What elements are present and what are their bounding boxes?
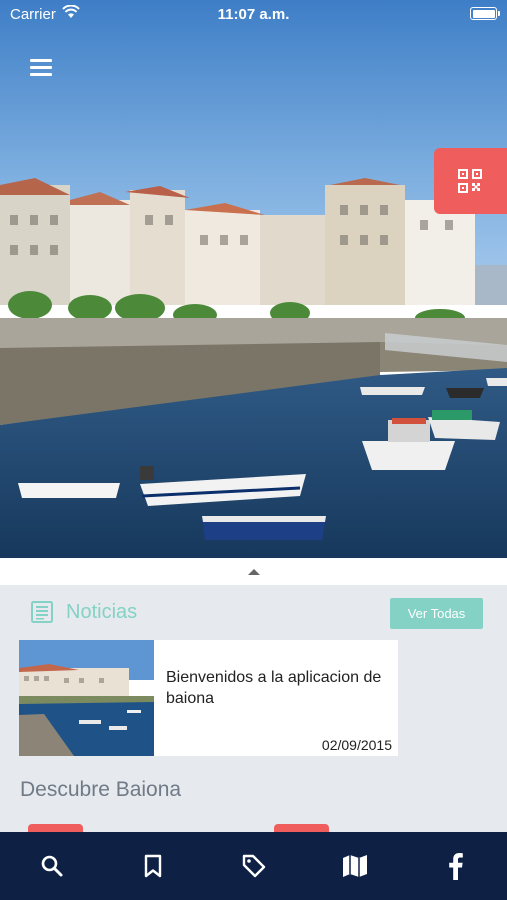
news-item-title: Bienvenidos a la aplicacion de baiona [166, 669, 382, 707]
map-icon[interactable] [341, 852, 369, 880]
search-icon[interactable] [38, 852, 66, 880]
collapse-bar [0, 558, 507, 585]
view-all-button[interactable]: Ver Todas [390, 598, 483, 629]
hamburger-menu-icon[interactable] [28, 56, 56, 80]
discover-item-tab[interactable] [274, 824, 329, 832]
news-section-title: Noticias [66, 600, 138, 623]
status-bar: Carrier 11:07 a.m. [0, 0, 507, 28]
discover-item-tab[interactable] [28, 824, 83, 832]
content-panel: Noticias Ver Todas Bienvenidos a la apli… [0, 585, 507, 832]
news-thumbnail [19, 640, 154, 756]
news-section-header: Noticias [31, 599, 137, 625]
discover-section-title: Descubre Baiona [20, 778, 182, 801]
qr-code-button[interactable] [434, 148, 507, 214]
clock: 11:07 a.m. [217, 6, 290, 23]
newspaper-icon [31, 601, 53, 623]
hero-image [0, 0, 507, 558]
chevron-up-icon[interactable] [248, 569, 260, 575]
bottom-navigation [0, 832, 507, 900]
tag-icon[interactable] [240, 852, 268, 880]
news-item-date: 02/09/2015 [321, 737, 392, 753]
facebook-icon[interactable] [442, 852, 470, 880]
news-card[interactable]: Bienvenidos a la aplicacion de baiona 02… [19, 640, 398, 756]
bookmark-icon[interactable] [139, 852, 167, 880]
qr-code-icon [458, 169, 482, 193]
battery-icon [470, 7, 500, 20]
